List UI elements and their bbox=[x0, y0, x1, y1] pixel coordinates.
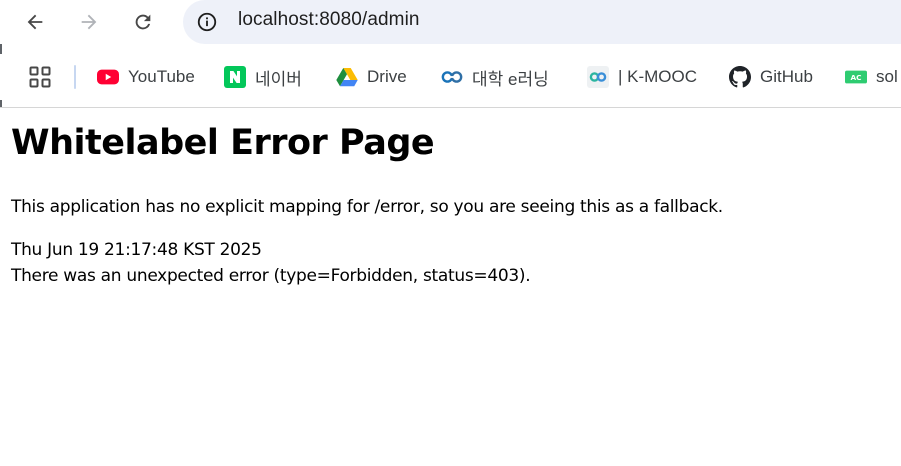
bookmark-label: sol bbox=[876, 67, 898, 86]
bookmark-youtube[interactable]: YouTube bbox=[97, 63, 195, 91]
github-icon bbox=[729, 66, 751, 88]
arrow-forward-icon bbox=[81, 14, 97, 30]
svg-text:AC: AC bbox=[850, 73, 861, 82]
error-timestamp: Thu Jun 19 21:17:48 KST 2025 bbox=[11, 240, 262, 260]
elearning-icon bbox=[441, 66, 463, 88]
google-drive-icon bbox=[336, 66, 358, 88]
browser-toolbar: localhost:8080/admin bbox=[0, 0, 901, 44]
reload-button[interactable] bbox=[125, 4, 161, 40]
youtube-icon bbox=[97, 66, 119, 88]
bookmarks-separator bbox=[74, 65, 76, 89]
page-content: Whitelabel Error Page This application h… bbox=[0, 108, 901, 466]
forward-button[interactable] bbox=[71, 4, 107, 40]
bookmark-github[interactable]: GitHub bbox=[729, 63, 813, 91]
arrow-back-icon bbox=[27, 14, 43, 30]
bookmark-kmooc[interactable]: | K-MOOC bbox=[587, 63, 697, 91]
bookmark-drive[interactable]: Drive bbox=[336, 63, 407, 91]
url-text[interactable]: localhost:8080/admin bbox=[238, 9, 420, 31]
bookmark-elearning[interactable]: 대학 e러닝 bbox=[441, 63, 549, 91]
page-title: Whitelabel Error Page bbox=[11, 123, 435, 163]
naver-icon bbox=[224, 66, 246, 88]
address-bar[interactable]: localhost:8080/admin bbox=[183, 0, 901, 44]
error-detail: There was an unexpected error (type=Forb… bbox=[11, 266, 531, 286]
bookmark-solvedac[interactable]: AC sol bbox=[845, 63, 898, 91]
bookmark-label: GitHub bbox=[760, 67, 813, 86]
bookmark-label: YouTube bbox=[128, 67, 195, 86]
bookmark-label: 대학 e러닝 bbox=[472, 69, 549, 89]
info-icon bbox=[197, 12, 217, 32]
apps-grid-icon[interactable] bbox=[29, 66, 51, 88]
bookmark-label: | K-MOOC bbox=[618, 67, 698, 86]
bookmark-naver[interactable]: 네이버 bbox=[224, 63, 302, 91]
solvedac-icon: AC bbox=[845, 66, 867, 88]
bookmarks-bar: YouTube 네이버 Drive 대학 e러닝 | K-MOOC GitHub… bbox=[0, 54, 901, 100]
error-message: This application has no explicit mapping… bbox=[11, 197, 723, 217]
site-info-button[interactable] bbox=[195, 10, 219, 34]
back-button[interactable] bbox=[17, 4, 53, 40]
bookmark-label: 네이버 bbox=[255, 69, 302, 89]
bookmark-label: Drive bbox=[367, 67, 407, 86]
kmooc-icon bbox=[587, 66, 609, 88]
reload-icon bbox=[135, 14, 151, 30]
